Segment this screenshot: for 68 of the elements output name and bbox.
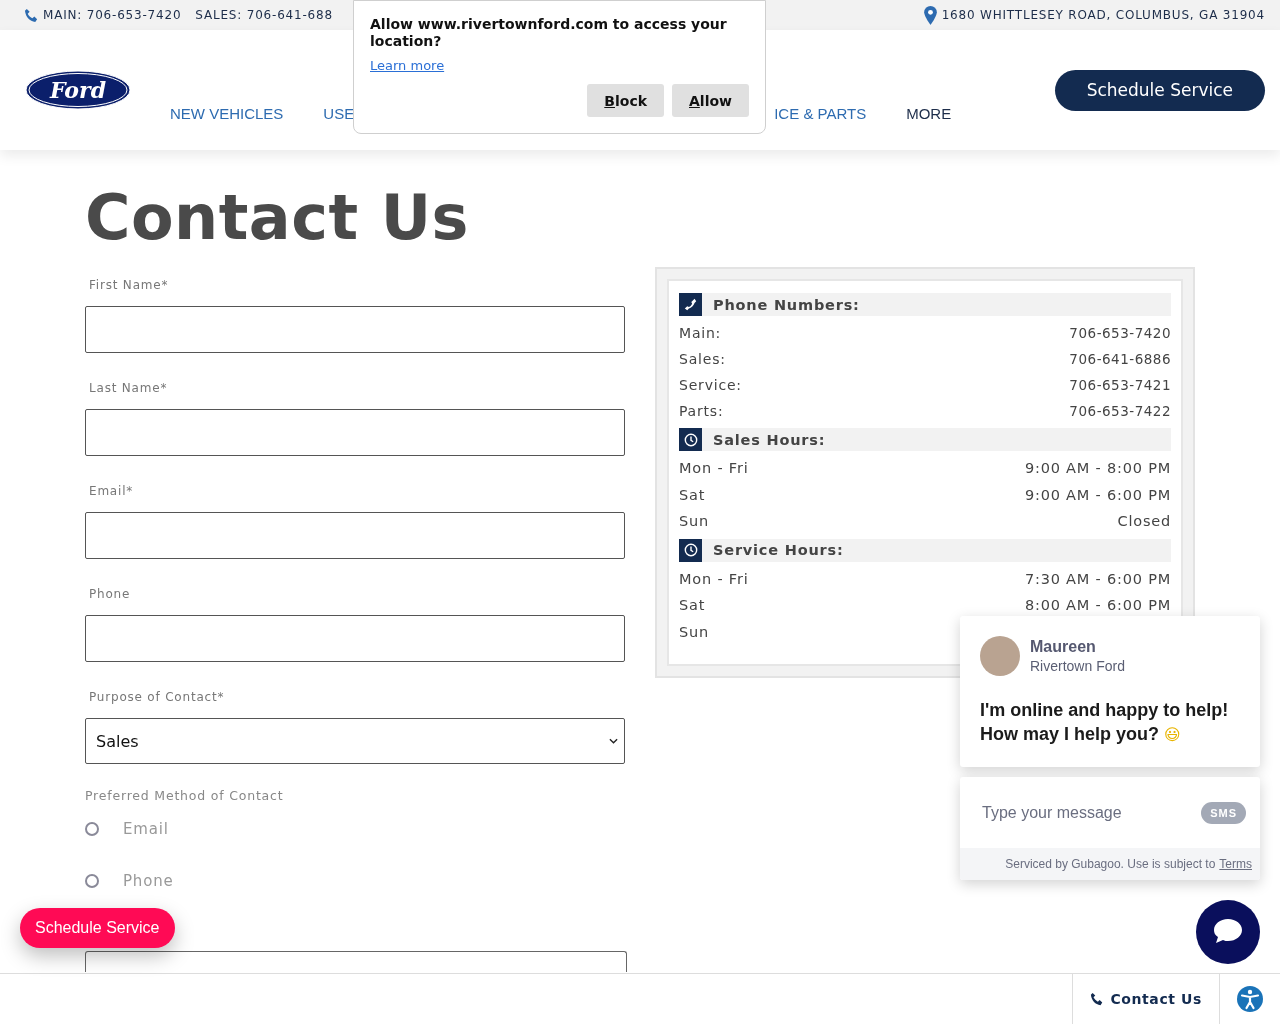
hours-value: Closed [1117, 513, 1171, 530]
purpose-select[interactable]: Sales [85, 718, 625, 764]
clock-icon [679, 538, 702, 562]
hours-value: 8:00 AM - 6:00 PM [1024, 597, 1171, 614]
info-label: Sat [679, 597, 706, 614]
info-label: Sun [679, 623, 709, 640]
input-field[interactable] [85, 615, 625, 662]
input-field[interactable] [85, 512, 625, 559]
info-label: Mon - Fri [679, 570, 749, 587]
hours-value: 9:00 AM - 8:00 PM [1024, 460, 1171, 477]
logo[interactable]: Ford [25, 70, 131, 110]
info-label: Mon - Fri [679, 460, 749, 477]
field-label: Email* [88, 484, 135, 498]
terms-link[interactable]: Terms [1219, 857, 1252, 871]
nav-link[interactable]: USE [323, 105, 355, 122]
message-field[interactable] [85, 951, 627, 972]
section-title: Phone Numbers: [713, 296, 860, 313]
field-label: Purpose of Contact* [88, 690, 226, 704]
phone-link[interactable]: 706-653-7420 [1069, 325, 1171, 341]
info-label: Sales: [679, 351, 726, 367]
agent-dealer: Rivertown Ford [1030, 658, 1125, 674]
radio-label: Phone [123, 872, 174, 890]
schedule-service-button[interactable]: Schedule Service [20, 908, 175, 948]
info-label: Parts: [679, 403, 724, 419]
input-field[interactable] [85, 409, 625, 456]
nav-link[interactable]: ICE & PARTS [774, 105, 867, 122]
info-label: Sun [679, 513, 709, 530]
phone-link[interactable]: 706-641-6886 [1069, 351, 1171, 367]
accessibility-icon[interactable] [1236, 985, 1264, 1013]
prompt-message: Allow www.rivertownford.com to access your location? [370, 16, 728, 50]
phone-link[interactable]: 706-653-7421 [1069, 377, 1171, 393]
phone-icon [679, 293, 702, 316]
chat-footer-text: Serviced by Gubagoo. Use is subject to [1005, 857, 1216, 871]
learn-more-link[interactable]: Learn more [370, 58, 445, 73]
radio-button[interactable] [85, 874, 99, 888]
phone-icon [1090, 992, 1105, 1006]
permission-button[interactable]: Block [587, 84, 664, 117]
radio-label: Email [123, 820, 169, 838]
section-title: Service Hours: [713, 542, 844, 558]
hours-value: 7:30 AM - 6:00 PM [1024, 570, 1171, 587]
field-label: Phone [88, 587, 132, 601]
info-label: Main: [679, 325, 722, 341]
info-label: Service: [679, 377, 742, 393]
input-field[interactable] [85, 306, 625, 353]
page-title: Contact Us [85, 180, 470, 256]
phone-link[interactable]: SALES: 706-641-688 [195, 8, 333, 22]
agent-name: Maureen [1030, 638, 1097, 656]
radio-button[interactable] [85, 822, 99, 836]
field-label: First Name* [88, 278, 170, 292]
phone-link[interactable]: MAIN: 706-653-7420 [43, 8, 182, 22]
location-pin-icon [923, 5, 937, 25]
field-label: Last Name* [88, 381, 169, 395]
field-label: Preferred Method of Contact [85, 788, 285, 803]
info-label: Sat [679, 486, 706, 503]
address-link[interactable]: 1680 WHITTLESEY ROAD, COLUMBUS, GA 31904 [941, 8, 1265, 22]
nav-link[interactable]: NEW VEHICLES [170, 105, 284, 122]
avatar [980, 636, 1020, 676]
phone-link[interactable]: 706-653-7422 [1069, 403, 1171, 419]
chat-message: I'm online and happy to help! How may I help you? 😃 [980, 699, 1230, 746]
hours-value: 9:00 AM - 6:00 PM [1024, 486, 1171, 503]
chevron-down-icon [609, 738, 618, 744]
clock-icon [679, 428, 702, 451]
phone-icon [24, 7, 39, 23]
section-title: Sales Hours: [713, 431, 826, 448]
permission-button[interactable]: Allow [672, 84, 749, 117]
schedule-service-button[interactable]: Schedule Service [1054, 69, 1265, 111]
message-input[interactable]: Type your message [980, 802, 1184, 823]
nav-link[interactable]: MORE [906, 105, 952, 122]
